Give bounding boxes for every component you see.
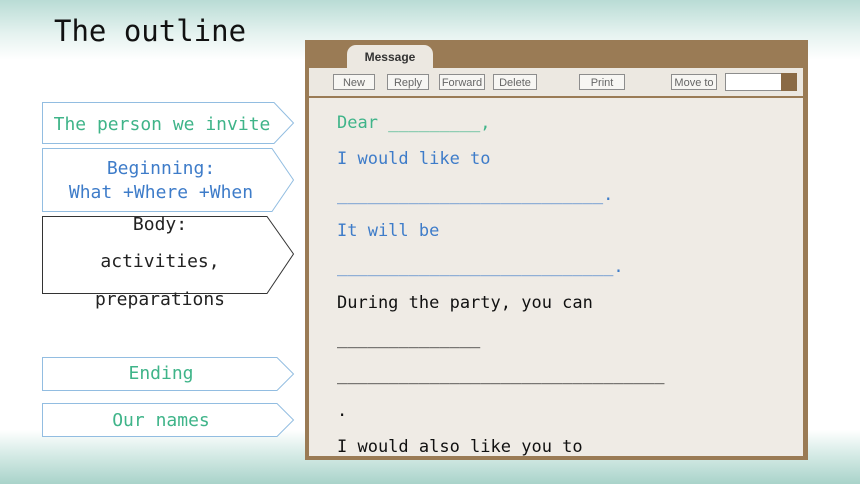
body-line-would-like: I would like to: [337, 149, 491, 169]
outline-item-ending: Ending: [42, 357, 295, 391]
message-window: Message New Reply Forward Delete Print M…: [305, 40, 808, 460]
body-line-blank-3: ______________: [337, 329, 481, 349]
body-line-blank-4: ________________________________: [337, 365, 665, 385]
message-tab[interactable]: Message: [347, 45, 433, 69]
outline-label-beginning-detail: What +Where +When: [68, 182, 254, 203]
forward-button[interactable]: Forward: [439, 74, 485, 90]
outline-item-body: Body: activities, preparations: [42, 214, 295, 316]
body-line-blank-2: ___________________________.: [337, 257, 624, 277]
move-to-dropdown-handle[interactable]: [781, 73, 797, 91]
delete-button[interactable]: Delete: [493, 74, 537, 90]
print-button[interactable]: Print: [579, 74, 625, 90]
body-line-dear: Dear _________,: [337, 113, 491, 133]
outline-label-ending: Ending: [128, 363, 194, 384]
body-line-also-like: I would also like you to: [337, 437, 583, 456]
outline-item-person: The person we invite: [42, 102, 295, 144]
outline-item-names: Our names: [42, 403, 295, 437]
body-line-during-party: During the party, you can: [337, 293, 593, 313]
outline-label-beginning: Beginning:: [106, 158, 216, 179]
body-line-period: .: [337, 401, 348, 421]
outline-label-body: Body:: [132, 214, 188, 235]
page-title: The outline: [54, 14, 247, 48]
outline-label-activities: activities,: [100, 251, 220, 272]
move-to-button[interactable]: Move to: [671, 74, 717, 90]
body-line-it-will-be: It will be: [337, 221, 440, 241]
outline-label-preparations: preparations: [94, 289, 226, 310]
reply-button[interactable]: Reply: [387, 74, 429, 90]
message-toolbar: New Reply Forward Delete Print Move to: [309, 68, 803, 96]
outline-item-beginning: Beginning: What +Where +When: [42, 148, 295, 212]
new-button[interactable]: New: [333, 74, 375, 90]
outline-label-person: The person we invite: [53, 114, 271, 135]
body-line-blank-1: __________________________.: [337, 185, 614, 205]
message-body[interactable]: Dear _________, I would like to ________…: [309, 98, 803, 456]
outline-label-names: Our names: [112, 410, 210, 431]
